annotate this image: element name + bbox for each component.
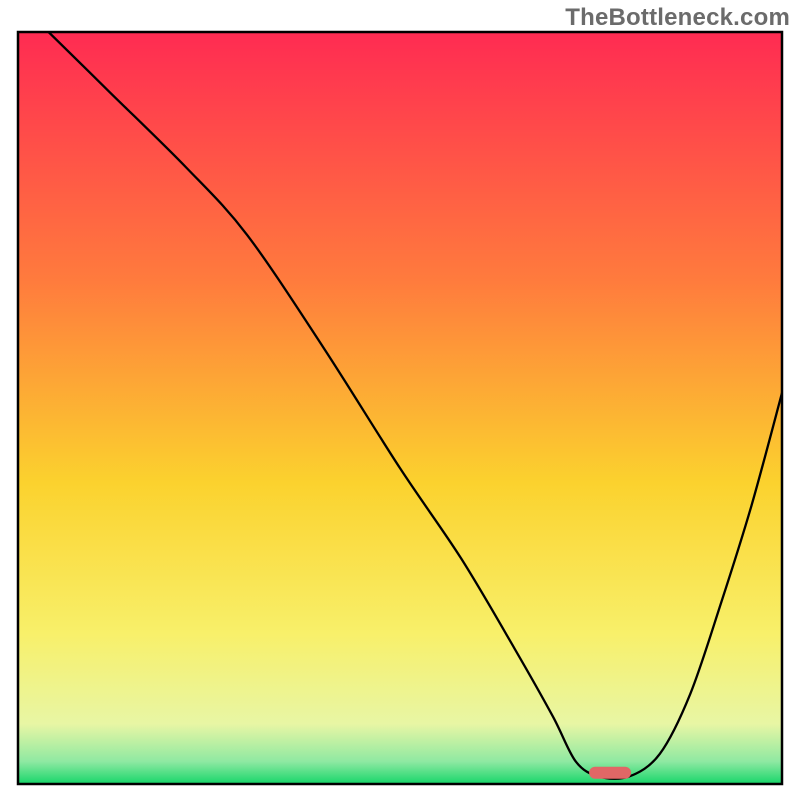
marker-group [589, 767, 631, 779]
chart-canvas [0, 0, 800, 800]
gradient-background [18, 32, 782, 784]
watermark-text: TheBottleneck.com [565, 4, 790, 32]
optimal-range-marker [589, 767, 631, 779]
bottleneck-chart: TheBottleneck.com [0, 0, 800, 800]
